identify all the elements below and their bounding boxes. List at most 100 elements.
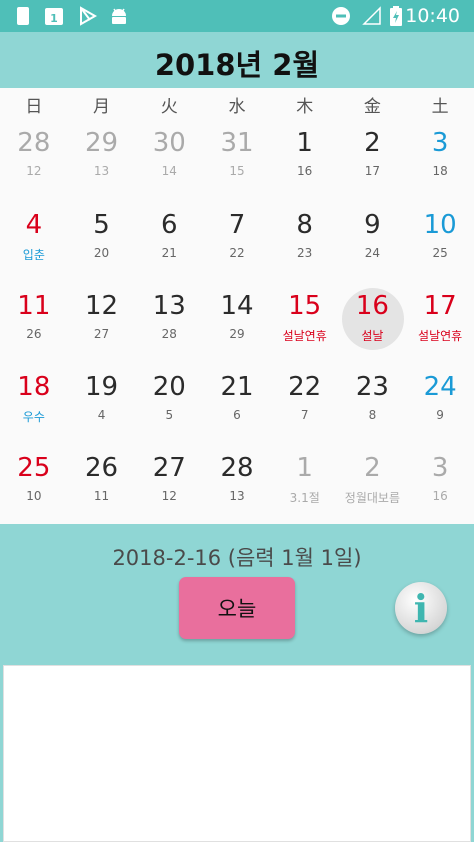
day-number: 26	[85, 453, 119, 483]
signal-icon	[362, 6, 381, 25]
day-cell[interactable]: 30 14	[135, 122, 203, 203]
day-cell[interactable]: 4 입춘	[0, 204, 68, 285]
day-cell[interactable]: 2 17	[339, 122, 407, 203]
day-cell[interactable]: 25 10	[0, 447, 68, 528]
status-bar: 1 10:40	[0, 0, 474, 32]
day-number: 24	[423, 372, 457, 402]
day-number: 1	[296, 453, 313, 483]
day-lunar-label: 5	[165, 408, 174, 422]
day-lunar-label: 29	[229, 327, 245, 341]
day-number: 3	[431, 453, 449, 483]
day-cell-selected[interactable]: 16 설날	[339, 285, 407, 366]
day-cell[interactable]: 18 우수	[0, 366, 68, 447]
day-cell[interactable]: 23 8	[339, 366, 407, 447]
day-number: 5	[93, 210, 110, 240]
day-number: 16	[355, 291, 389, 321]
day-number: 28	[220, 453, 254, 483]
day-cell[interactable]: 28 12	[0, 122, 68, 203]
day-lunar-label: 설날연휴	[418, 329, 463, 343]
android-icon	[112, 8, 126, 24]
info-icon: i	[413, 586, 429, 631]
svg-text:1: 1	[50, 12, 58, 25]
day-lunar-label: 8	[368, 408, 377, 422]
day-cell[interactable]: 22 7	[271, 366, 339, 447]
day-lunar-label: 9	[436, 408, 444, 422]
day-number: 23	[355, 372, 389, 402]
day-lunar-label: 15	[229, 164, 245, 178]
day-number: 11	[17, 291, 51, 321]
day-lunar-label: 20	[93, 246, 110, 260]
day-lunar-label: 24	[364, 246, 381, 260]
day-cell[interactable]: 17 설날연휴	[406, 285, 474, 366]
calendar-grid: 日月火水木金土 28 12 29 13 30 14 31 15 1 16 2 17 3 18 4 입춘 5 20 6…	[0, 88, 474, 524]
weekday-row: 日月火水木金土	[0, 88, 474, 118]
day-number: 9	[364, 210, 381, 240]
day-cell[interactable]: 1 16	[271, 122, 339, 203]
day-cell[interactable]: 2 정월대보름	[339, 447, 407, 528]
day-cell[interactable]: 28 13	[203, 447, 271, 528]
day-cell[interactable]: 3 16	[406, 447, 474, 528]
day-lunar-label: 정월대보름	[344, 491, 400, 505]
day-cell[interactable]: 29 13	[68, 122, 136, 203]
day-cell[interactable]: 19 4	[68, 366, 136, 447]
today-button[interactable]: 오늘	[179, 577, 295, 639]
day-number: 19	[85, 372, 119, 402]
day-number: 6	[160, 210, 178, 240]
day-lunar-label: 설날	[361, 329, 384, 343]
weekday-label: 日	[25, 97, 43, 117]
day-number: 3	[431, 128, 449, 158]
day-cell[interactable]: 20 5	[135, 366, 203, 447]
weekday-label: 水	[228, 97, 246, 117]
day-number: 8	[296, 210, 313, 240]
day-cell[interactable]: 12 27	[68, 285, 136, 366]
day-cell[interactable]: 3 18	[406, 122, 474, 203]
day-number: 25	[17, 453, 51, 483]
weekday-label: 金	[363, 97, 381, 117]
memo-panel[interactable]	[3, 665, 471, 842]
day-number: 13	[152, 291, 186, 321]
day-lunar-label: 22	[229, 246, 245, 260]
day-cell[interactable]: 13 28	[135, 285, 203, 366]
day-cell[interactable]: 7 22	[203, 204, 271, 285]
day-lunar-label: 25	[432, 246, 448, 260]
day-number: 18	[17, 372, 51, 402]
status-time: 10:40	[405, 5, 460, 27]
day-cell[interactable]: 24 9	[406, 366, 474, 447]
day-number: 1	[296, 128, 313, 158]
day-number: 17	[423, 291, 457, 321]
day-lunar-label: 12	[26, 164, 42, 178]
day-cell[interactable]: 9 24	[339, 204, 407, 285]
weekday-label: 木	[296, 97, 314, 117]
calendar-app-icon: 1	[45, 8, 63, 25]
day-number: 10	[423, 210, 457, 240]
day-cell[interactable]: 26 11	[68, 447, 136, 528]
day-cell[interactable]: 1 3.1절	[271, 447, 339, 528]
day-number: 14	[220, 291, 254, 321]
day-lunar-label: 4	[97, 408, 106, 422]
day-cell[interactable]: 8 23	[271, 204, 339, 285]
day-cell[interactable]: 6 21	[135, 204, 203, 285]
day-number: 22	[288, 372, 322, 402]
day-lunar-label: 16	[297, 164, 313, 178]
day-cell[interactable]: 31 15	[203, 122, 271, 203]
day-lunar-label: 23	[297, 246, 313, 260]
day-lunar-label: 3.1절	[289, 491, 320, 505]
day-cell[interactable]: 11 26	[0, 285, 68, 366]
info-button[interactable]: i	[395, 582, 447, 634]
day-number: 29	[85, 128, 119, 158]
day-lunar-label: 10	[26, 489, 42, 503]
day-cell[interactable]: 21 6	[203, 366, 271, 447]
do-not-disturb-icon	[332, 7, 350, 25]
day-cell[interactable]: 15 설날연휴	[271, 285, 339, 366]
day-number: 12	[85, 291, 119, 321]
day-lunar-label: 21	[161, 246, 177, 260]
weekday-label: 月	[93, 97, 111, 117]
day-number: 7	[228, 210, 246, 240]
day-cell[interactable]: 5 20	[68, 204, 136, 285]
day-cell[interactable]: 14 29	[203, 285, 271, 366]
day-cell[interactable]: 10 25	[406, 204, 474, 285]
selected-date-info: 2018-2-16 (음력 1월 1일)	[112, 546, 362, 570]
day-number: 2	[364, 128, 381, 158]
sim-card-icon	[17, 7, 29, 25]
day-cell[interactable]: 27 12	[135, 447, 203, 528]
